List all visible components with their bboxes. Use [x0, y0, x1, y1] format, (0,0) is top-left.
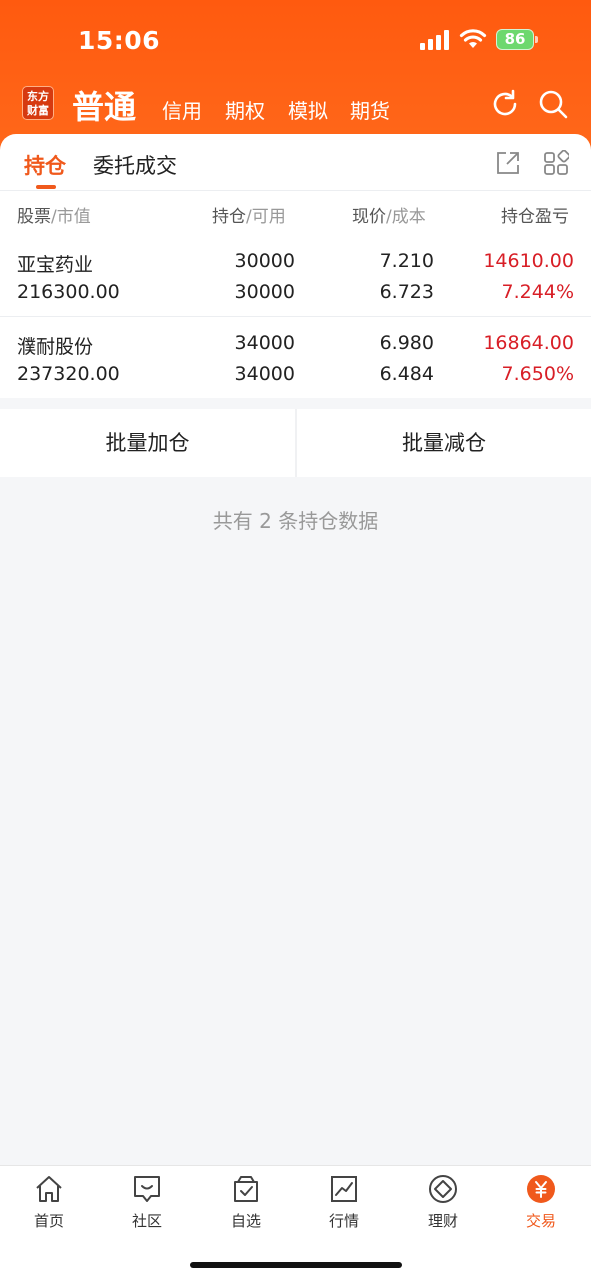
refresh-icon[interactable] [489, 88, 521, 120]
available-qty: 34000 [234, 363, 295, 385]
battery-level: 86 [504, 30, 526, 48]
tabbar-item-market[interactable]: 行情 [309, 1174, 379, 1231]
batch-actions: 批量加仓 批量减仓 [0, 409, 591, 477]
finance-icon [429, 1175, 457, 1203]
active-tab-indicator [36, 185, 56, 189]
watchlist-icon [234, 1176, 258, 1202]
current-price: 6.980 [379, 332, 434, 354]
pnl-amount: 16864.00 [483, 332, 574, 354]
cellular-signal-icon [420, 30, 449, 50]
logo-line-1: 东方 [27, 90, 49, 103]
holdings-count-text: 共有 2 条持仓数据 [212, 509, 379, 533]
col-header-stock[interactable]: 股票/市值 [17, 202, 91, 227]
app-logo[interactable]: 东方 财富 [22, 86, 54, 120]
stock-name: 亚宝药业 [17, 254, 94, 276]
subtab-orders[interactable]: 委托成交 [93, 150, 177, 180]
col-header-price[interactable]: 现价/成本 [352, 202, 426, 227]
tabbar-item-watchlist[interactable]: 自选 [211, 1174, 281, 1231]
chat-icon [134, 1176, 160, 1202]
subtab-holdings[interactable]: 持仓 [24, 150, 66, 180]
status-time: 15:06 [78, 26, 161, 55]
trade-yuan-icon [527, 1175, 555, 1203]
col-header-stock-label: 股票 [17, 207, 51, 227]
col-header-cost-label: 成本 [391, 207, 426, 227]
available-qty: 30000 [234, 281, 295, 303]
position-qty: 34000 [234, 332, 295, 354]
market-chart-icon [331, 1176, 357, 1202]
stock-name: 濮耐股份 [17, 336, 94, 358]
col-header-pnl[interactable]: 持仓盈亏 [501, 202, 591, 227]
tabbar-label-trade: 交易 [525, 1212, 556, 1230]
col-header-price-label: 现价 [352, 207, 386, 227]
logo-line-2: 财富 [27, 104, 49, 117]
grid-icon[interactable] [543, 150, 569, 176]
tabbar-label-watchlist: 自选 [230, 1212, 261, 1230]
tabbar-item-community[interactable]: 社区 [112, 1174, 182, 1231]
tabbar-label-finance: 理财 [427, 1212, 458, 1230]
market-value: 237320.00 [17, 363, 120, 385]
current-price: 7.210 [379, 250, 434, 272]
batch-reduce-button[interactable]: 批量减仓 [297, 409, 591, 477]
cost-price: 6.484 [379, 363, 434, 385]
tab-credit[interactable]: 信用 [162, 95, 202, 124]
col-header-market-value-label: 市值 [56, 207, 91, 227]
tab-options[interactable]: 期权 [225, 95, 265, 124]
col-header-available-label: 可用 [251, 207, 286, 227]
wifi-icon [459, 29, 487, 48]
tab-normal[interactable]: 普通 [72, 82, 136, 128]
tabbar-label-market: 行情 [328, 1212, 359, 1230]
pnl-amount: 14610.00 [483, 250, 574, 272]
battery-icon: 86 [496, 29, 538, 50]
tab-simulation[interactable]: 模拟 [288, 95, 328, 124]
batch-add-button[interactable]: 批量加仓 [0, 409, 295, 477]
market-value: 216300.00 [17, 281, 120, 303]
col-header-position-label: 持仓 [212, 207, 246, 227]
status-bar: 15:06 86 [0, 0, 591, 80]
position-qty: 30000 [234, 250, 295, 272]
pnl-percent: 7.244% [501, 281, 574, 303]
col-header-position[interactable]: 持仓/可用 [212, 202, 286, 227]
tabbar-item-trade[interactable]: 交易 [506, 1174, 576, 1231]
tabbar-label-community: 社区 [131, 1212, 162, 1230]
share-icon[interactable] [495, 150, 521, 176]
subtab-divider [0, 190, 591, 191]
row-divider [0, 316, 591, 317]
tabbar-label-home: 首页 [33, 1212, 64, 1230]
tab-futures[interactable]: 期货 [350, 95, 390, 124]
home-indicator[interactable] [190, 1262, 402, 1268]
home-icon [36, 1176, 62, 1202]
cost-price: 6.723 [379, 281, 434, 303]
tabbar-item-finance[interactable]: 理财 [408, 1174, 478, 1231]
tabbar-item-home[interactable]: 首页 [14, 1174, 84, 1231]
search-icon[interactable] [537, 88, 569, 120]
pnl-percent: 7.650% [501, 363, 574, 385]
